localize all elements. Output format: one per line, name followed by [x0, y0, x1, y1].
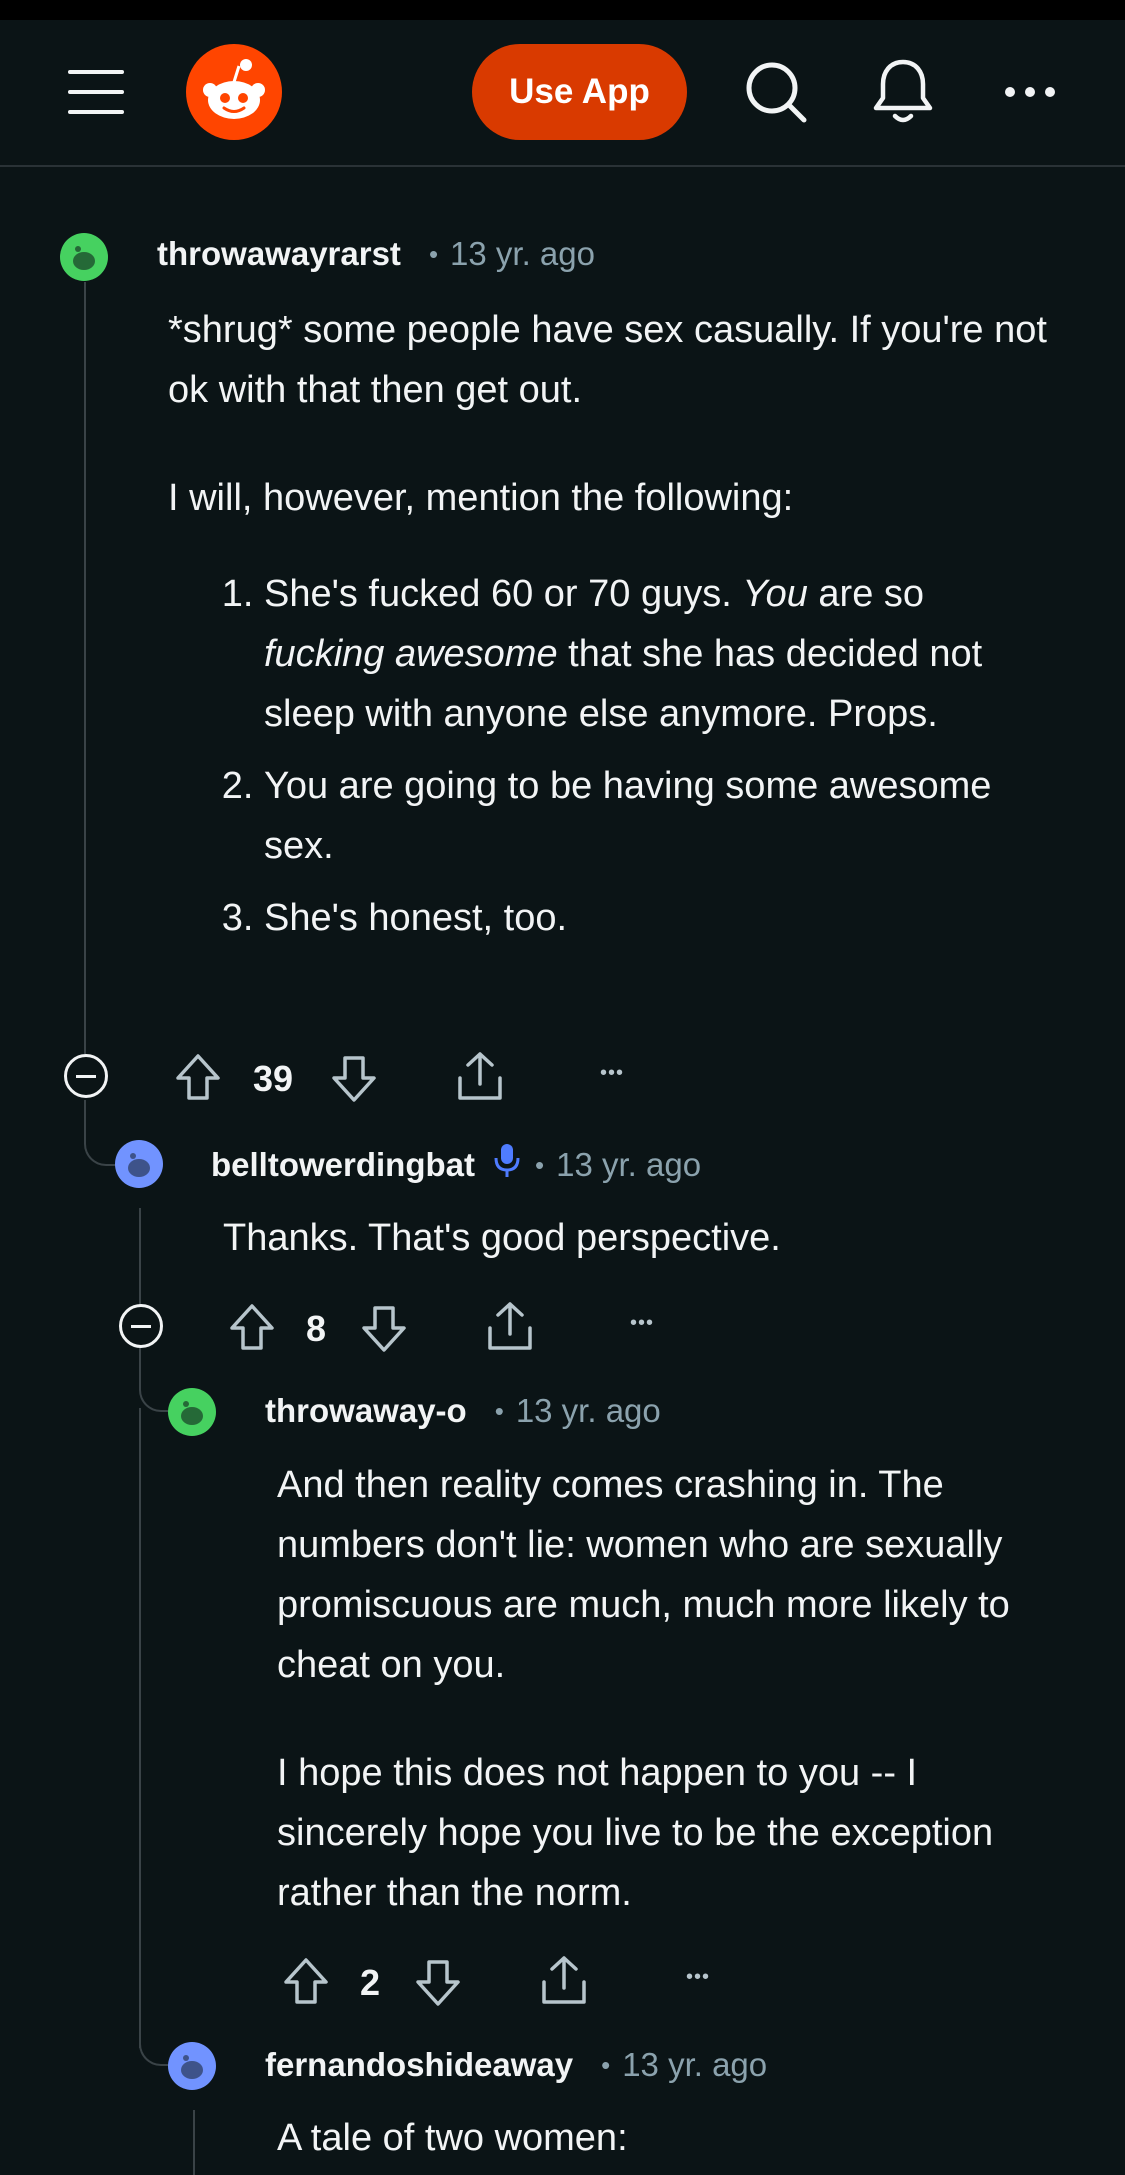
author-name[interactable]: belltowerdingbat [211, 1146, 475, 1184]
upvote-icon[interactable] [174, 1052, 222, 1107]
meta-separator: • [601, 2049, 611, 2080]
comment-body: Thanks. That's good perspective. [223, 1208, 1043, 1268]
comment-meta: fernandoshideaway • 13 yr. ago [265, 2046, 767, 2084]
downvote-icon[interactable] [414, 1958, 462, 2013]
timestamp[interactable]: 13 yr. ago [622, 2046, 767, 2084]
ellipsis-icon[interactable] [1002, 70, 1058, 119]
list-text: She's fucked 60 or 70 guys. [264, 573, 743, 615]
list-item: She's fucked 60 or 70 guys. You are so f… [264, 564, 1048, 744]
comment-paragraph: Thanks. That's good perspective. [223, 1217, 781, 1259]
avatar[interactable] [60, 233, 108, 281]
more-options-button[interactable]: ••• [600, 1062, 624, 1085]
collapse-button[interactable] [119, 1304, 163, 1348]
downvote-icon[interactable] [360, 1304, 408, 1359]
bell-icon[interactable] [870, 56, 936, 131]
more-options-button[interactable]: ••• [630, 1312, 654, 1335]
list-emphasis: You [742, 573, 808, 615]
comment-paragraph: A tale of two women: [277, 2117, 628, 2159]
reddit-logo-icon[interactable] [186, 44, 282, 140]
comment-list: She's fucked 60 or 70 guys. You are so f… [168, 564, 1048, 948]
share-icon[interactable] [454, 1050, 506, 1109]
more-options-button[interactable]: ••• [686, 1966, 710, 1989]
share-icon[interactable] [484, 1300, 536, 1359]
upvote-icon[interactable] [228, 1302, 276, 1357]
thread-line [139, 1408, 141, 2048]
comment-body: A tale of two women: [277, 2108, 1057, 2168]
timestamp[interactable]: 13 yr. ago [556, 1146, 701, 1184]
author-name[interactable]: throwaway-o [265, 1392, 467, 1430]
comment-body: And then reality comes crashing in. The … [277, 1455, 1057, 1923]
thread-line [84, 282, 86, 1054]
meta-separator: • [428, 238, 439, 269]
avatar[interactable] [168, 2042, 216, 2090]
author-name[interactable]: throwawayrarst [157, 235, 401, 273]
top-bar: Use App [0, 0, 1125, 167]
thread-line [193, 2110, 195, 2175]
search-icon[interactable] [742, 58, 810, 131]
vote-count: 39 [253, 1058, 294, 1099]
use-app-button[interactable]: Use App [472, 44, 687, 140]
comment-paragraph: And then reality comes crashing in. The … [277, 1464, 1010, 1686]
comment-meta: throwaway-o • 13 yr. ago [265, 1392, 661, 1430]
thread-line [139, 1208, 141, 1306]
list-text: are so [807, 573, 925, 615]
status-strip [0, 0, 1125, 20]
comment-meta: throwawayrarst • 13 yr. ago [157, 235, 595, 273]
comment-paragraph: *shrug* some people have sex casually. I… [168, 309, 1047, 411]
meta-separator: • [535, 1149, 545, 1180]
meta-separator: • [494, 1395, 504, 1426]
collapse-button[interactable] [64, 1054, 108, 1098]
downvote-icon[interactable] [330, 1054, 378, 1109]
author-name[interactable]: fernandoshideaway [265, 2046, 573, 2084]
comment-meta: belltowerdingbat • 13 yr. ago [211, 1142, 701, 1188]
hamburger-menu-icon[interactable] [68, 70, 124, 114]
avatar[interactable] [115, 1140, 163, 1188]
comment-paragraph: I will, however, mention the following: [168, 477, 794, 519]
comment-body: *shrug* some people have sex casually. I… [168, 300, 1048, 960]
list-item: You are going to be having some awesome … [264, 756, 1048, 876]
avatar[interactable] [168, 1388, 216, 1436]
share-icon[interactable] [538, 1954, 590, 2013]
list-item: She's honest, too. [264, 888, 1048, 948]
comment-paragraph: I hope this does not happen to you -- I … [277, 1752, 994, 1914]
timestamp[interactable]: 13 yr. ago [516, 1392, 661, 1430]
microphone-icon [493, 1142, 521, 1188]
upvote-icon[interactable] [282, 1956, 330, 2011]
list-emphasis: fucking awesome [264, 633, 558, 675]
timestamp[interactable]: 13 yr. ago [450, 235, 595, 273]
vote-count: 8 [306, 1308, 327, 1349]
vote-count: 2 [360, 1962, 381, 2003]
